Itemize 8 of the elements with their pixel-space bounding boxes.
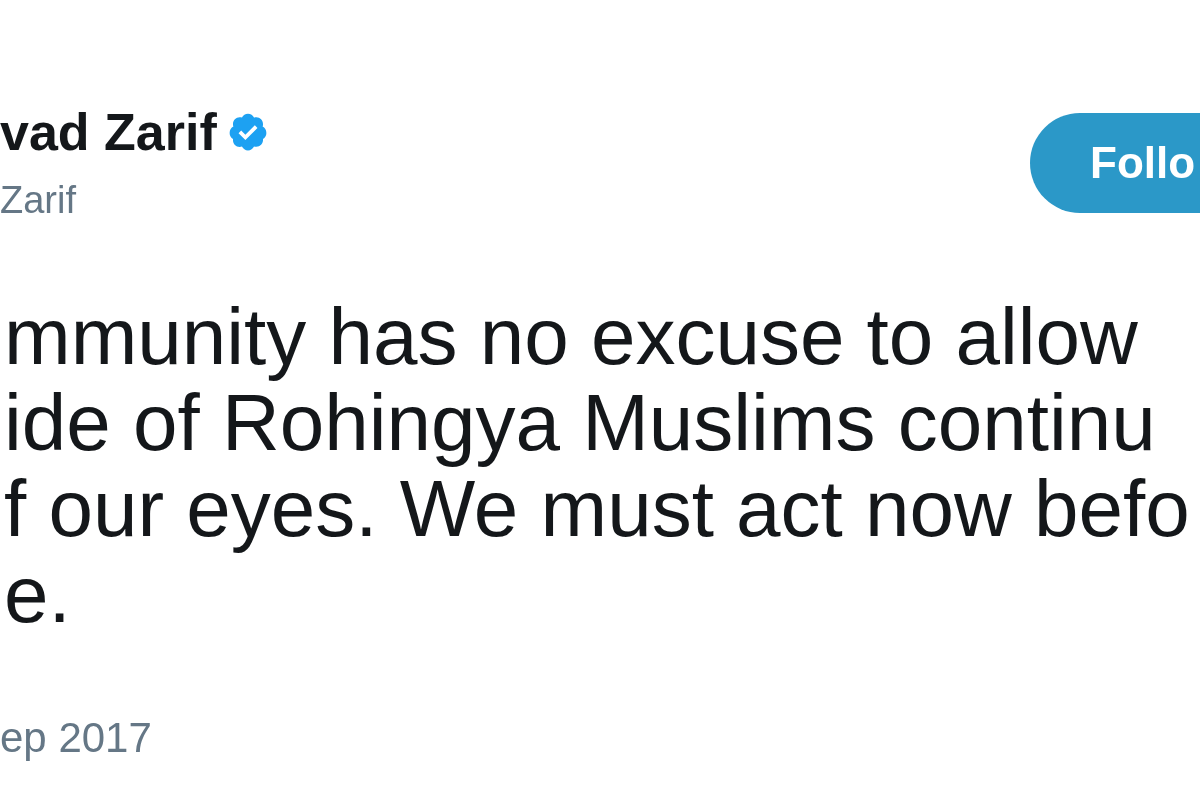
author-name: vad Zarif (0, 102, 217, 162)
tweet-text-line: ide of Rohingya Muslims continu (4, 380, 1156, 466)
tweet-date: ep 2017 (0, 714, 152, 762)
author-handle: Zarif (0, 178, 76, 222)
follow-button[interactable]: Follo (1030, 113, 1200, 213)
tweet-text-line: f our eyes. We must act now befo (4, 466, 1190, 552)
tweet-text-line: e. (4, 552, 71, 638)
tweet-text-line: mmunity has no excuse to allow (4, 294, 1138, 380)
